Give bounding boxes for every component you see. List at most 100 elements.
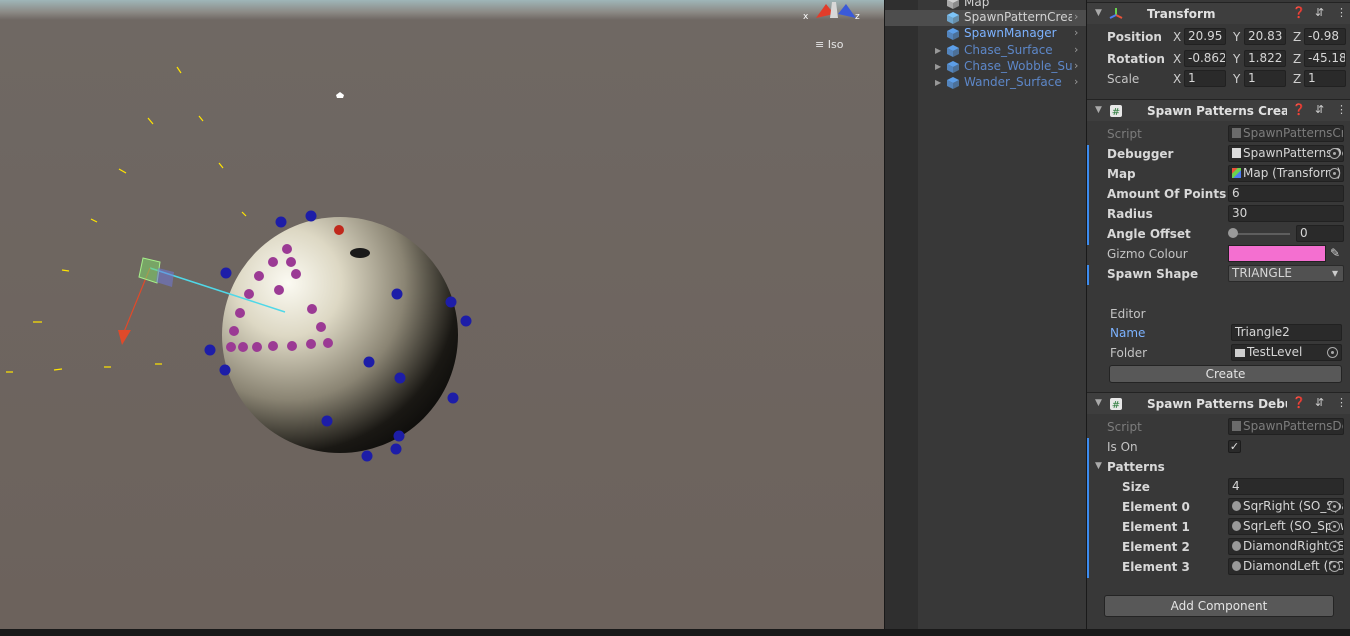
object-picker-icon[interactable] (1327, 347, 1338, 358)
radius-field[interactable]: 30 (1228, 205, 1344, 222)
folder-row: Folder TestLevel (1087, 344, 1350, 362)
angle-offset-label: Angle Offset (1107, 227, 1191, 241)
blue-dot (275, 216, 287, 228)
collapse-icon[interactable]: ▼ (1095, 8, 1102, 18)
angle-slider-thumb[interactable] (1228, 228, 1238, 238)
chevron-right-icon[interactable]: › (1074, 43, 1078, 56)
more-icon[interactable]: ⋮ (1336, 6, 1347, 19)
axis-y-label[interactable]: Y (1233, 30, 1240, 44)
add-component-button[interactable]: Add Component (1104, 595, 1334, 617)
amount-row: Amount Of Points 6 (1087, 185, 1350, 205)
create-button[interactable]: Create (1109, 365, 1342, 383)
expand-icon[interactable]: ▶ (935, 62, 941, 71)
collapse-icon[interactable]: ▼ (1095, 105, 1102, 115)
blue-dot (220, 267, 232, 279)
axis-z-label[interactable]: Z (1293, 72, 1301, 86)
iso-label: Iso (827, 38, 844, 51)
position-z-field[interactable]: -0.98 (1304, 28, 1346, 45)
debugger-field[interactable]: SpawnPatternsDebugger (1228, 145, 1344, 162)
expand-icon[interactable]: ▶ (935, 78, 941, 87)
scale-z-field[interactable]: 1 (1304, 70, 1346, 87)
rotation-x-field[interactable]: -0.862 (1184, 50, 1226, 67)
element-field[interactable]: DiamondRight (SO_SpawnPattern) (1228, 538, 1344, 555)
axis-x-label[interactable]: X (1173, 72, 1181, 86)
help-icon[interactable]: ❓ (1292, 396, 1306, 409)
purple-dot (226, 342, 236, 352)
object-picker-icon[interactable] (1329, 168, 1340, 179)
patterns-row[interactable]: ▼ Patterns (1087, 458, 1350, 476)
gizmo-arrow-icon[interactable] (118, 330, 131, 345)
amount-field[interactable]: 6 (1228, 185, 1344, 202)
axis-z-label[interactable]: Z (1293, 52, 1301, 66)
chevron-right-icon[interactable]: › (1074, 59, 1078, 72)
element-field[interactable]: SqrRight (SO_SpawnPattern) (1228, 498, 1344, 515)
blue-dot (361, 450, 373, 462)
creator-component-header[interactable]: ▼ # Spawn Patterns Creator ❓ ⇵ ⋮ (1087, 99, 1350, 121)
help-icon[interactable]: ❓ (1292, 103, 1306, 116)
rotation-z-field[interactable]: -45.18 (1304, 50, 1346, 67)
spawn-shape-dropdown[interactable]: TRIANGLE (1228, 265, 1344, 282)
expand-icon[interactable]: ▶ (935, 46, 941, 55)
object-picker-icon[interactable] (1329, 561, 1340, 572)
rotation-y-field[interactable]: 1.822 (1244, 50, 1286, 67)
angle-slider-track[interactable] (1232, 233, 1290, 235)
object-picker-icon[interactable] (1329, 541, 1340, 552)
hierarchy-item[interactable]: SpawnPatternCreator› (885, 10, 1087, 26)
position-y-field[interactable]: 20.83 (1244, 28, 1286, 45)
inspector-panel[interactable]: ▼ Transform ❓ ⇵ ⋮ Position X 20.95 Y 20.… (1086, 0, 1350, 629)
purple-dot (323, 338, 333, 348)
creator-script-row: Script SpawnPatternsCreator (1087, 125, 1350, 143)
blue-dot (321, 415, 333, 427)
folder-field[interactable]: TestLevel (1231, 344, 1342, 361)
hierarchy-item[interactable]: ▶ Chase_Wobble_Surface› (885, 59, 1087, 75)
axis-y-label[interactable]: Y (1233, 72, 1240, 86)
element-field[interactable]: DiamondLeft (SO_SpawnPattern) (1228, 558, 1344, 575)
scale-y-field[interactable]: 1 (1244, 70, 1286, 87)
object-picker-icon[interactable] (1329, 501, 1340, 512)
hierarchy-item[interactable]: SpawnManager › (885, 26, 1087, 42)
element-field[interactable]: SqrLeft (SO_SpawnPattern) (1228, 518, 1344, 535)
scene-view[interactable]: x z ≡ Iso (0, 0, 884, 629)
chevron-right-icon[interactable]: › (1074, 26, 1078, 39)
axis-x-label[interactable]: X (1173, 30, 1181, 44)
iso-toggle[interactable]: ≡ Iso (815, 38, 843, 51)
object-picker-icon[interactable] (1329, 148, 1340, 159)
modified-bar (1087, 145, 1089, 165)
name-field[interactable]: Triangle2 (1231, 324, 1342, 341)
chevron-right-icon[interactable]: › (1074, 10, 1078, 23)
chevron-right-icon[interactable]: › (1074, 75, 1078, 88)
scene-orientation-gizmo[interactable]: x z (803, 2, 860, 22)
more-icon[interactable]: ⋮ (1336, 396, 1347, 409)
angle-offset-field[interactable]: 0 (1296, 225, 1344, 242)
map-field[interactable]: Map (Transform) (1228, 165, 1344, 182)
help-icon[interactable]: ❓ (1292, 6, 1306, 19)
light-icon[interactable] (336, 92, 344, 98)
gizmo-colour-swatch[interactable] (1228, 245, 1326, 262)
debugger-component-header[interactable]: ▼ # Spawn Patterns Debugger ❓ ⇵ ⋮ (1087, 392, 1350, 414)
axis-z-label[interactable]: Z (1293, 30, 1301, 44)
preset-icon[interactable]: ⇵ (1315, 103, 1324, 116)
eyedropper-icon[interactable]: ✎ (1330, 246, 1340, 260)
collapse-icon[interactable]: ▼ (1095, 398, 1102, 408)
is-on-checkbox[interactable]: ✓ (1228, 440, 1241, 453)
hierarchy-item[interactable]: ▶ Wander_Surface › (885, 75, 1087, 91)
radius-row: Radius 30 (1087, 205, 1350, 225)
map-label: Map (1107, 167, 1136, 181)
hierarchy-item[interactable]: ▶ Chase_Surface › (885, 43, 1087, 59)
hierarchy-panel[interactable]: MapSpawnPatternCreator›SpawnManager›▶Cha… (884, 0, 1087, 629)
preset-icon[interactable]: ⇵ (1315, 6, 1324, 19)
object-picker-icon[interactable] (1329, 521, 1340, 532)
foldout-icon[interactable]: ▼ (1095, 461, 1102, 471)
axis-x-label[interactable]: X (1173, 52, 1181, 66)
scale-x-field[interactable]: 1 (1184, 70, 1226, 87)
map-sphere[interactable] (222, 217, 458, 453)
position-x-field[interactable]: 20.95 (1184, 28, 1226, 45)
more-icon[interactable]: ⋮ (1336, 103, 1347, 116)
debugger-label: Debugger (1107, 147, 1174, 161)
transform-component-header[interactable]: ▼ Transform ❓ ⇵ ⋮ (1087, 2, 1350, 24)
size-field[interactable]: 4 (1228, 478, 1344, 495)
gizmo-plane-handle-blue[interactable] (156, 268, 174, 287)
scene-viewport[interactable]: x z (0, 0, 884, 629)
axis-y-label[interactable]: Y (1233, 52, 1240, 66)
preset-icon[interactable]: ⇵ (1315, 396, 1324, 409)
